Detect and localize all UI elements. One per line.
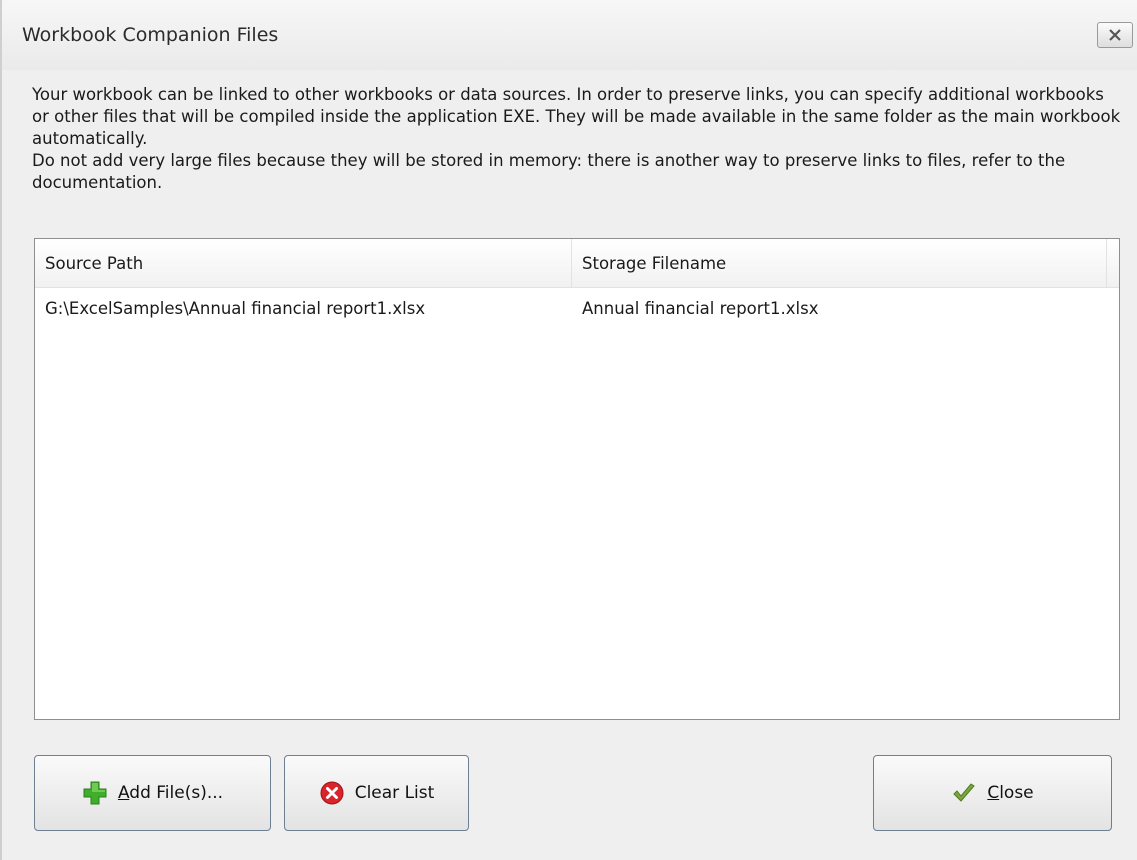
add-plus-icon <box>82 780 108 806</box>
window-close-button[interactable] <box>1097 22 1133 48</box>
description-text: Your workbook can be linked to other wor… <box>32 84 1122 194</box>
list-header: Source Path Storage Filename <box>35 239 1119 288</box>
close-button[interactable]: Close <box>873 755 1112 831</box>
close-label: Close <box>987 783 1034 803</box>
description-paragraph-2: Do not add very large files because they… <box>32 151 1066 192</box>
column-header-storage-filename[interactable]: Storage Filename <box>572 239 1107 287</box>
table-row[interactable]: G:\ExcelSamples\Annual financial report1… <box>35 287 1119 331</box>
storage-filename-cell: Annual financial report1.xlsx <box>582 299 819 318</box>
companion-files-list[interactable]: Source Path Storage Filename G:\ExcelSam… <box>34 238 1120 720</box>
clear-list-button[interactable]: Clear List <box>284 755 469 831</box>
add-files-label: Add File(s)... <box>117 783 224 803</box>
description-paragraph-1: Your workbook can be linked to other wor… <box>32 85 1121 148</box>
close-icon <box>1109 29 1121 41</box>
source-path-cell: G:\ExcelSamples\Annual financial report1… <box>45 299 426 318</box>
dialog-title: Workbook Companion Files <box>22 24 279 46</box>
clear-x-circle-icon <box>319 780 345 806</box>
clear-list-label: Clear List <box>354 783 435 803</box>
checkmark-icon <box>951 780 977 806</box>
dialog-window: Workbook Companion Files Your workbook c… <box>0 0 1137 860</box>
title-bar[interactable]: Workbook Companion Files <box>2 0 1137 70</box>
column-header-source-path[interactable]: Source Path <box>35 239 572 287</box>
add-files-button[interactable]: Add File(s)... <box>34 755 271 831</box>
